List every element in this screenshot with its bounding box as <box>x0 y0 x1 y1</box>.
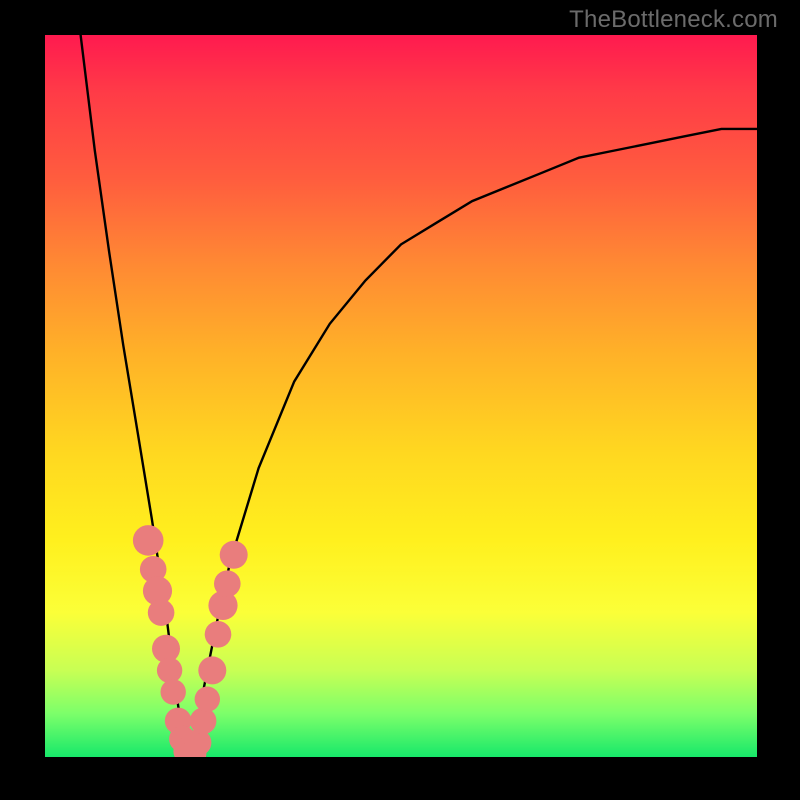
curve-marker <box>214 570 241 597</box>
bottleneck-curve <box>81 35 757 757</box>
bottleneck-curve-svg <box>45 35 757 757</box>
plot-area <box>45 35 757 757</box>
curve-marker <box>148 599 175 626</box>
curve-markers <box>133 525 248 757</box>
curve-marker <box>190 708 217 735</box>
curve-marker <box>220 541 248 569</box>
curve-marker <box>198 656 226 684</box>
curve-marker <box>205 621 232 648</box>
curve-marker <box>161 679 186 704</box>
chart-frame: TheBottleneck.com <box>0 0 800 800</box>
watermark-text: TheBottleneck.com <box>569 6 778 34</box>
curve-marker <box>133 525 164 556</box>
curve-marker <box>157 658 182 683</box>
curve-marker <box>195 687 220 712</box>
